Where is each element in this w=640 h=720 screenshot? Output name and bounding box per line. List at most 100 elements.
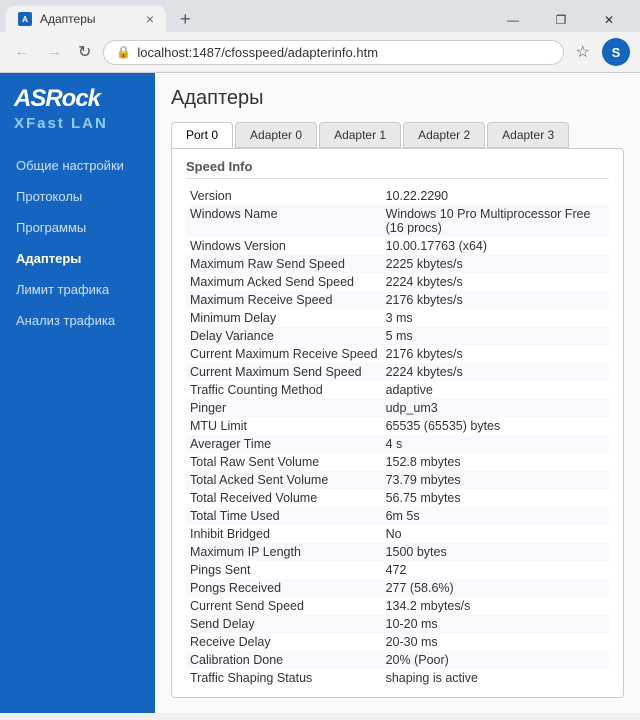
table-row: Current Maximum Send Speed2224 kbytes/s <box>186 363 609 381</box>
tab-adapter1[interactable]: Adapter 1 <box>319 122 401 148</box>
sidebar: ASRock XFast LAN Общие настройки Протоко… <box>0 73 155 713</box>
row-value: adaptive <box>382 381 609 399</box>
url-text: localhost:1487/cfosspeed/adapterinfo.htm <box>137 45 378 60</box>
row-value: 152.8 mbytes <box>382 453 609 471</box>
sidebar-item-general[interactable]: Общие настройки <box>0 150 155 181</box>
row-value: 20-30 ms <box>382 633 609 651</box>
row-value: 65535 (65535) bytes <box>382 417 609 435</box>
row-value: 5 ms <box>382 327 609 345</box>
table-row: Inhibit BridgedNo <box>186 525 609 543</box>
row-value: No <box>382 525 609 543</box>
sidebar-item-programs[interactable]: Программы <box>0 212 155 243</box>
tab-title: Адаптеры <box>40 12 96 26</box>
table-row: Calibration Done20% (Poor) <box>186 651 609 669</box>
table-row: Traffic Counting Methodadaptive <box>186 381 609 399</box>
row-label: Calibration Done <box>186 651 382 669</box>
row-label: MTU Limit <box>186 417 382 435</box>
sidebar-item-traffic-limit[interactable]: Лимит трафика <box>0 274 155 305</box>
browser-tab[interactable]: A Адаптеры × <box>6 6 166 32</box>
info-panel: Speed Info Version10.22.2290Windows Name… <box>171 148 624 698</box>
row-label: Current Maximum Send Speed <box>186 363 382 381</box>
restore-button[interactable]: ❐ <box>538 6 584 34</box>
page-title: Адаптеры <box>171 87 624 110</box>
row-label: Averager Time <box>186 435 382 453</box>
logo-asrock: ASRock <box>14 85 141 113</box>
table-row: Windows Version10.00.17763 (x64) <box>186 237 609 255</box>
sidebar-item-protocols[interactable]: Протоколы <box>0 181 155 212</box>
row-label: Minimum Delay <box>186 309 382 327</box>
window-controls: — ❐ ✕ <box>490 6 632 34</box>
row-label: Maximum IP Length <box>186 543 382 561</box>
logo-xfast: XFast LAN <box>14 115 141 132</box>
table-row: Receive Delay20-30 ms <box>186 633 609 651</box>
row-value: 2224 kbytes/s <box>382 273 609 291</box>
lock-icon: 🔒 <box>116 45 131 59</box>
row-value: 2176 kbytes/s <box>382 291 609 309</box>
sidebar-item-traffic-analysis[interactable]: Анализ трафика <box>0 305 155 336</box>
row-value: 2224 kbytes/s <box>382 363 609 381</box>
row-label: Total Received Volume <box>186 489 382 507</box>
row-value: 10.22.2290 <box>382 187 609 205</box>
table-row: Maximum Receive Speed2176 kbytes/s <box>186 291 609 309</box>
table-row: Pingerudp_um3 <box>186 399 609 417</box>
tab-port0[interactable]: Port 0 <box>171 122 233 148</box>
table-row: Averager Time4 s <box>186 435 609 453</box>
table-row: Pings Sent472 <box>186 561 609 579</box>
table-row: MTU Limit65535 (65535) bytes <box>186 417 609 435</box>
refresh-button[interactable]: ↻ <box>74 40 95 64</box>
tabs-row: Port 0 Adapter 0 Adapter 1 Adapter 2 Ada… <box>171 122 624 148</box>
row-value: 56.75 mbytes <box>382 489 609 507</box>
table-row: Send Delay10-20 ms <box>186 615 609 633</box>
table-row: Total Acked Sent Volume73.79 mbytes <box>186 471 609 489</box>
row-label: Maximum Acked Send Speed <box>186 273 382 291</box>
minimize-button[interactable]: — <box>490 6 536 34</box>
profile-button[interactable]: S <box>602 38 630 66</box>
tab-adapter2[interactable]: Adapter 2 <box>403 122 485 148</box>
row-label: Send Delay <box>186 615 382 633</box>
row-label: Traffic Shaping Status <box>186 669 382 687</box>
row-value: 134.2 mbytes/s <box>382 597 609 615</box>
new-tab-button[interactable]: + <box>174 7 197 32</box>
row-value: 73.79 mbytes <box>382 471 609 489</box>
table-row: Traffic Shaping Statusshaping is active <box>186 669 609 687</box>
row-label: Receive Delay <box>186 633 382 651</box>
sidebar-item-adapters[interactable]: Адаптеры <box>0 243 155 274</box>
row-label: Total Time Used <box>186 507 382 525</box>
url-box[interactable]: 🔒 localhost:1487/cfosspeed/adapterinfo.h… <box>103 40 563 65</box>
row-value: Windows 10 Pro Multiprocessor Free (16 p… <box>382 205 609 237</box>
table-row: Version10.22.2290 <box>186 187 609 205</box>
table-row: Minimum Delay3 ms <box>186 309 609 327</box>
table-row: Maximum Acked Send Speed2224 kbytes/s <box>186 273 609 291</box>
row-value: 1500 bytes <box>382 543 609 561</box>
tab-close-btn[interactable]: × <box>146 12 154 26</box>
row-label: Current Maximum Receive Speed <box>186 345 382 363</box>
row-label: Maximum Raw Send Speed <box>186 255 382 273</box>
row-label: Pongs Received <box>186 579 382 597</box>
sidebar-nav: Общие настройки Протоколы Программы Адап… <box>0 142 155 344</box>
tab-adapter3[interactable]: Adapter 3 <box>487 122 569 148</box>
row-label: Delay Variance <box>186 327 382 345</box>
table-row: Windows NameWindows 10 Pro Multiprocesso… <box>186 205 609 237</box>
main-content: Адаптеры Port 0 Adapter 0 Adapter 1 Adap… <box>155 73 640 713</box>
row-label: Inhibit Bridged <box>186 525 382 543</box>
forward-button[interactable]: → <box>42 41 66 63</box>
table-row: Maximum Raw Send Speed2225 kbytes/s <box>186 255 609 273</box>
section-label: Speed Info <box>186 159 609 179</box>
row-value: 10-20 ms <box>382 615 609 633</box>
close-button[interactable]: ✕ <box>586 6 632 34</box>
row-value: 472 <box>382 561 609 579</box>
tab-adapter0[interactable]: Adapter 0 <box>235 122 317 148</box>
row-label: Pinger <box>186 399 382 417</box>
row-value: shaping is active <box>382 669 609 687</box>
tab-favicon: A <box>18 12 32 26</box>
bookmark-button[interactable]: ☆ <box>572 38 594 66</box>
sidebar-logo: ASRock XFast LAN <box>0 73 155 142</box>
row-label: Version <box>186 187 382 205</box>
row-value: 4 s <box>382 435 609 453</box>
row-label: Traffic Counting Method <box>186 381 382 399</box>
back-button[interactable]: ← <box>10 41 34 63</box>
table-row: Total Raw Sent Volume152.8 mbytes <box>186 453 609 471</box>
table-row: Current Maximum Receive Speed2176 kbytes… <box>186 345 609 363</box>
info-table: Version10.22.2290Windows NameWindows 10 … <box>186 187 609 687</box>
row-label: Windows Name <box>186 205 382 237</box>
